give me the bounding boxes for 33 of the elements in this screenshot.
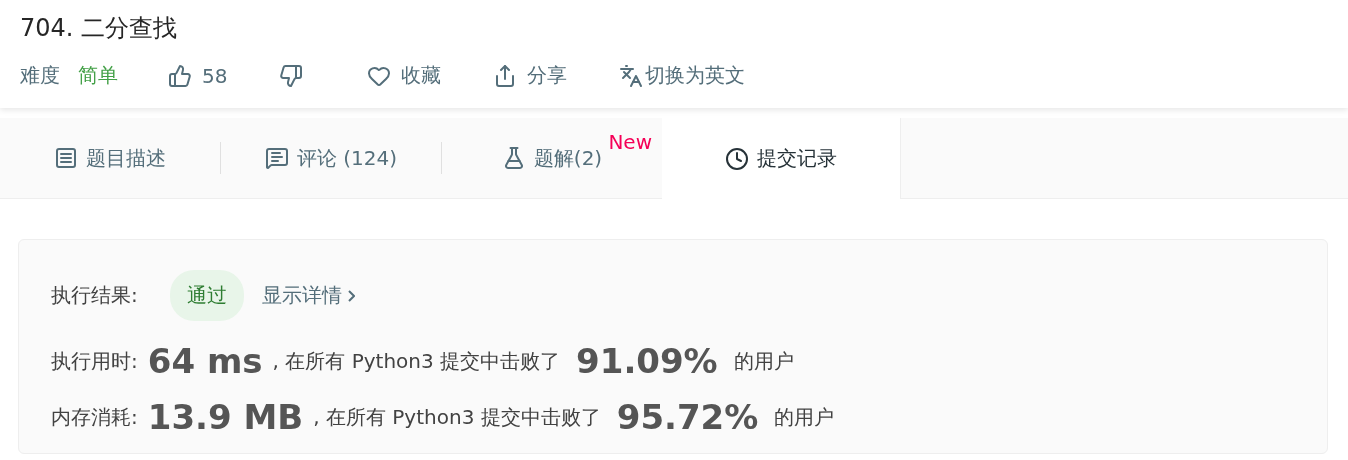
clock-icon (725, 146, 749, 171)
share-button[interactable]: 分享 (493, 62, 568, 89)
stat-percent: 95.72% (616, 397, 759, 437)
stat-percent: 91.09% (576, 341, 718, 381)
favorite-button[interactable]: 收藏 (367, 62, 442, 89)
new-label: New (608, 130, 652, 154)
tab[interactable]: 题解(2) New (442, 118, 662, 198)
problem-title: 704. 二分查找 (20, 13, 179, 44)
stat-suffix: 的用户 (774, 403, 835, 431)
tab[interactable]: 题目描述 (0, 118, 220, 198)
thumbs-up-icon (168, 63, 192, 88)
translate-icon (619, 63, 644, 88)
chevron-right-icon (347, 289, 355, 302)
stat-text: , 在所有 Python3 提交中击败了 (313, 403, 601, 431)
stat-text: , 在所有 Python3 提交中击败了 (272, 347, 561, 375)
result-label: 执行结果: (51, 282, 138, 309)
stat-value: 13.9 MB (147, 397, 304, 437)
stat-label: 内存消耗: (51, 403, 138, 431)
details-link[interactable]: 显示详情 (261, 282, 355, 309)
status-badge: 通过 (169, 270, 244, 321)
dislike-button[interactable] (279, 63, 304, 88)
difficulty-label: 难度 (20, 62, 60, 89)
stat-label: 执行用时: (51, 347, 138, 375)
speech-bubble-icon (264, 146, 289, 170)
thumbs-down-icon (279, 63, 304, 88)
tab[interactable]: 提交记录 (662, 118, 901, 199)
stat-value: 64 ms (147, 341, 263, 381)
tab[interactable]: 评论 (124) (221, 118, 441, 198)
like-button[interactable]: 58 (168, 63, 228, 88)
list-card-icon (54, 146, 78, 170)
translate-button[interactable]: 切换为英文 (619, 62, 746, 89)
stat-suffix: 的用户 (733, 347, 794, 375)
difficulty-level: 简单 (78, 62, 118, 89)
